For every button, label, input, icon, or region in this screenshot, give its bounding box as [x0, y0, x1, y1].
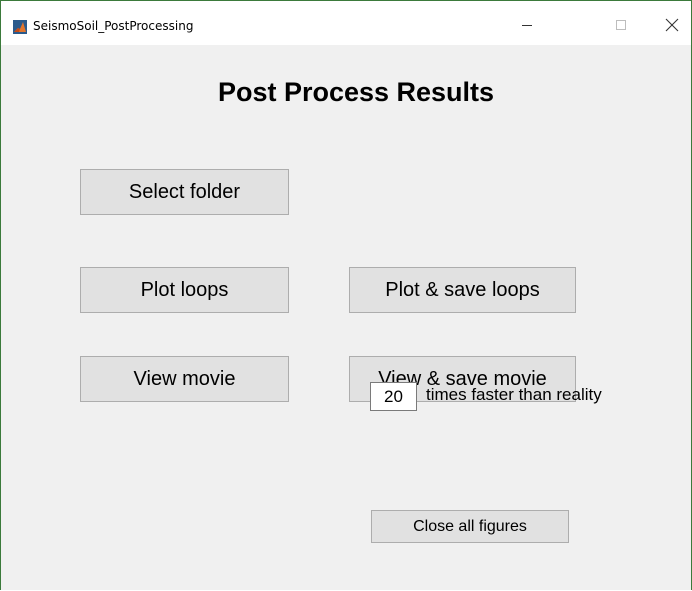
- close-button[interactable]: [649, 9, 691, 45]
- view-movie-button[interactable]: View movie: [80, 356, 289, 402]
- maximize-button[interactable]: [598, 9, 644, 45]
- minimize-icon: [521, 18, 533, 36]
- app-window: SeismoSoil_PostProcessing Post Process R…: [0, 0, 692, 590]
- speed-factor-label: times faster than reality: [426, 385, 602, 404]
- select-folder-button[interactable]: Select folder: [80, 169, 289, 215]
- plot-loops-button[interactable]: Plot loops: [80, 267, 289, 313]
- close-all-figures-button[interactable]: Close all figures: [371, 510, 569, 543]
- title-bar[interactable]: SeismoSoil_PostProcessing: [1, 1, 691, 45]
- plot-save-loops-button[interactable]: Plot & save loops: [349, 267, 576, 313]
- matlab-icon: [13, 20, 27, 34]
- window-title: SeismoSoil_PostProcessing: [33, 19, 194, 33]
- main-panel: Post Process Results Select folder Plot …: [1, 45, 691, 590]
- speed-factor-input[interactable]: [370, 382, 417, 411]
- maximize-icon: [615, 18, 627, 36]
- minimize-button[interactable]: [504, 9, 550, 45]
- page-title: Post Process Results: [217, 77, 495, 107]
- close-icon: [665, 18, 679, 37]
